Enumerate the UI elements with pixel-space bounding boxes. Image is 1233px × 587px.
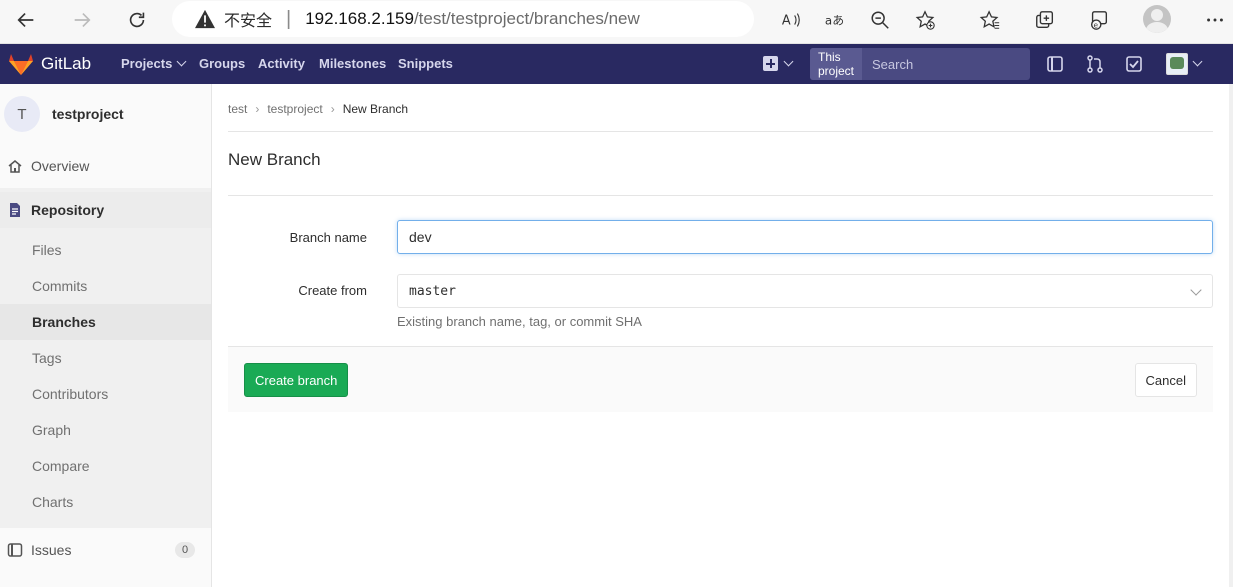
create-from-help: Existing branch name, tag, or commit SHA xyxy=(397,314,642,329)
add-favorite-icon[interactable] xyxy=(905,0,945,40)
gitlab-brand[interactable]: GitLab xyxy=(41,54,91,74)
translate-icon[interactable]: aあ xyxy=(815,0,855,40)
issues-icon xyxy=(7,543,23,557)
more-icon[interactable] xyxy=(1195,0,1233,40)
home-icon xyxy=(8,160,22,173)
project-name: testproject xyxy=(52,106,124,122)
sidebar-item-compare[interactable]: Compare xyxy=(0,448,211,484)
breadcrumb-item-project[interactable]: testproject xyxy=(267,102,322,116)
breadcrumb: test › testproject › New Branch xyxy=(228,102,408,116)
project-sidebar: T testproject Overview Repository Files … xyxy=(0,84,212,587)
sidebar-item-tags[interactable]: Tags xyxy=(0,340,211,376)
sidebar-item-contributors[interactable]: Contributors xyxy=(0,376,211,412)
breadcrumb-item-current[interactable]: New Branch xyxy=(343,102,408,116)
chevron-right-icon: › xyxy=(330,102,335,116)
merge-request-icon[interactable] xyxy=(1086,55,1104,73)
chevron-down-icon xyxy=(1190,284,1202,296)
sidebar-item-charts[interactable]: Charts xyxy=(0,484,211,520)
favorites-icon[interactable] xyxy=(970,0,1010,40)
todo-icon[interactable] xyxy=(1125,55,1143,73)
url-host: 192.168.2.159 xyxy=(305,9,414,28)
address-bar[interactable]: 不安全 | 192.168.2.159/test/testproject/bra… xyxy=(172,1,754,37)
gitlab-navbar: GitLab Projects Groups Activity Mileston… xyxy=(0,44,1233,84)
svg-text:A: A xyxy=(782,14,791,29)
svg-text:e: e xyxy=(1094,20,1099,29)
chevron-down-icon[interactable] xyxy=(1192,56,1203,67)
sidebar-project-header[interactable]: T testproject xyxy=(0,84,211,144)
sidebar-item-label: Overview xyxy=(31,158,90,174)
sidebar-item-overview[interactable]: Overview xyxy=(0,148,211,184)
project-avatar: T xyxy=(4,96,40,132)
ie-mode-icon[interactable]: e xyxy=(1079,0,1119,40)
issues-count-badge: 0 xyxy=(175,542,195,558)
nav-milestones[interactable]: Milestones xyxy=(319,56,386,71)
url-path: /test/testproject/branches/new xyxy=(413,9,640,28)
search-input[interactable] xyxy=(862,56,1049,72)
search-box: This project xyxy=(810,48,1049,80)
user-avatar[interactable] xyxy=(1166,53,1188,75)
forward-icon[interactable] xyxy=(62,0,102,40)
nav-snippets[interactable]: Snippets xyxy=(398,56,453,71)
create-from-dropdown[interactable]: master xyxy=(397,274,1213,308)
sidebar-item-issues[interactable]: Issues 0 xyxy=(0,532,211,568)
back-icon[interactable] xyxy=(6,0,46,40)
nav-groups[interactable]: Groups xyxy=(199,56,245,71)
refresh-icon[interactable] xyxy=(117,0,157,40)
sidebar-item-files[interactable]: Files xyxy=(0,232,211,268)
issues-icon[interactable] xyxy=(1046,55,1064,73)
sidebar-item-branches[interactable]: Branches xyxy=(0,304,211,340)
form-actions: Create branch Cancel xyxy=(228,346,1213,412)
sidebar-item-repository[interactable]: Repository xyxy=(0,192,211,228)
nav-projects-label: Projects xyxy=(121,56,173,71)
search-scope-badge[interactable]: This project xyxy=(810,48,863,80)
chevron-right-icon: › xyxy=(255,102,260,116)
read-aloud-icon[interactable]: A xyxy=(771,0,811,40)
create-from-value: master xyxy=(409,283,456,299)
branch-name-label: Branch name xyxy=(289,230,367,245)
scrollbar[interactable] xyxy=(1229,84,1233,587)
chevron-down-icon[interactable] xyxy=(783,56,794,67)
page-title: New Branch xyxy=(228,150,321,169)
gitlab-logo-icon[interactable] xyxy=(8,52,34,76)
create-branch-button[interactable]: Create branch xyxy=(244,363,349,397)
nav-activity[interactable]: Activity xyxy=(258,56,305,71)
main-content: test › testproject › New Branch New Bran… xyxy=(212,84,1229,587)
breadcrumb-item-group[interactable]: test xyxy=(228,102,247,116)
chevron-down-icon xyxy=(176,56,187,67)
zoom-out-icon[interactable] xyxy=(860,0,900,40)
divider xyxy=(228,195,1213,196)
insecure-label: 不安全 xyxy=(224,11,273,30)
cancel-button[interactable]: Cancel xyxy=(1134,363,1197,397)
collections-icon[interactable] xyxy=(1025,0,1065,40)
sidebar-item-label: Issues xyxy=(31,542,72,558)
branch-name-input[interactable] xyxy=(397,220,1213,254)
browser-profile-avatar[interactable] xyxy=(1143,5,1171,33)
sidebar-item-label: Repository xyxy=(31,202,105,218)
create-from-label: Create from xyxy=(298,283,367,298)
browser-toolbar: 不安全 | 192.168.2.159/test/testproject/bra… xyxy=(0,0,1233,44)
svg-text:aあ: aあ xyxy=(825,14,844,28)
sidebar-item-graph[interactable]: Graph xyxy=(0,412,211,448)
nav-projects[interactable]: Projects xyxy=(121,56,187,71)
document-icon xyxy=(10,203,20,217)
address-separator: | xyxy=(286,7,292,30)
sidebar-item-commits[interactable]: Commits xyxy=(0,268,211,304)
new-item-icon[interactable] xyxy=(763,56,778,71)
divider xyxy=(228,131,1213,132)
warning-icon xyxy=(195,9,215,29)
